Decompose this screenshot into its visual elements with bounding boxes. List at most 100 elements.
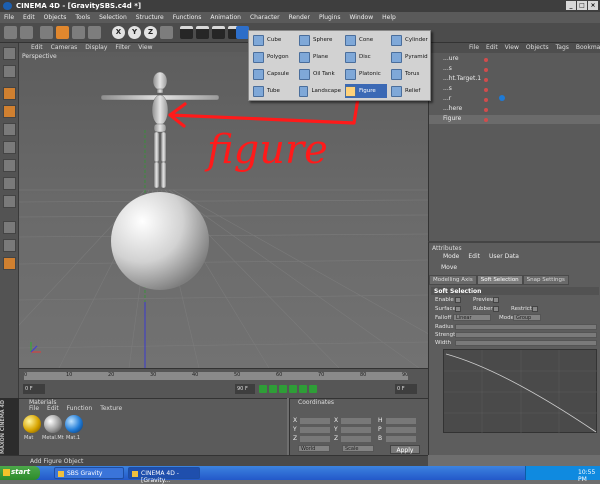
use-object-axis-icon[interactable] [3, 87, 16, 100]
move-tool-icon[interactable] [56, 26, 69, 39]
width-slider[interactable] [455, 340, 597, 346]
size-x-field[interactable] [341, 418, 371, 424]
live-selection-icon[interactable] [40, 26, 53, 39]
go-end-icon[interactable] [309, 385, 317, 393]
coordinate-system-icon[interactable] [160, 26, 173, 39]
next-frame-icon[interactable] [299, 385, 307, 393]
visibility-dot-icon[interactable] [484, 78, 488, 82]
menu-help[interactable]: Help [382, 14, 396, 23]
tab-modelling-axis[interactable]: Modelling Axis [429, 275, 477, 285]
object-row[interactable]: ...ht.Target.1 [429, 75, 600, 84]
primitive-menu-item-cylinder[interactable]: Cylinder [391, 33, 433, 47]
make-editable-icon[interactable] [3, 47, 16, 60]
objmgr-menu-file[interactable]: File [469, 44, 479, 53]
use-polygons-tool-icon[interactable] [3, 177, 16, 190]
start-button[interactable]: start [0, 466, 40, 480]
restrict-checkbox[interactable] [532, 306, 538, 312]
mat-menu-file[interactable]: File [29, 405, 39, 412]
primitive-menu-item-pyramid[interactable]: Pyramid [391, 50, 433, 64]
rot-p-field[interactable] [386, 427, 416, 433]
menu-window[interactable]: Window [349, 14, 373, 23]
size-z-field[interactable] [341, 436, 371, 442]
render-picture-viewer-icon[interactable] [212, 26, 225, 39]
tab-snap-settings[interactable]: Snap Settings [522, 275, 569, 285]
use-model-tool-icon[interactable] [3, 65, 16, 78]
mat-menu-edit[interactable]: Edit [47, 405, 59, 412]
rot-b-field[interactable] [386, 436, 416, 442]
object-row-figure[interactable]: Figure [429, 115, 600, 124]
use-texture-tool-icon[interactable] [3, 105, 16, 118]
pos-x-field[interactable] [300, 418, 330, 424]
menu-objects[interactable]: Objects [44, 14, 67, 23]
visibility-dot-icon[interactable] [484, 68, 488, 72]
object-row[interactable]: ...here [429, 105, 600, 114]
primitive-menu-item-figure[interactable]: Figure [345, 84, 387, 98]
size-mode-dropdown[interactable]: Scale [342, 445, 374, 452]
menu-plugins[interactable]: Plugins [319, 14, 341, 23]
menu-animation[interactable]: Animation [210, 14, 241, 23]
primitive-menu-item-tube[interactable]: Tube [253, 84, 295, 98]
apply-button[interactable]: Apply [390, 445, 420, 454]
mat-menu-function[interactable]: Function [67, 405, 93, 412]
timeline-ruler[interactable]: 0 10 20 30 40 50 60 70 80 90 [24, 372, 408, 380]
visibility-dot-icon[interactable] [484, 108, 488, 112]
enable-checkbox[interactable] [455, 297, 461, 303]
enable-axis-icon[interactable] [3, 195, 16, 208]
object-row[interactable]: ...ure [429, 55, 600, 64]
material-tag-icon[interactable] [499, 95, 505, 101]
viewport-menu-display[interactable]: Display [85, 44, 107, 52]
menu-edit[interactable]: Edit [23, 14, 35, 23]
radius-slider[interactable] [455, 324, 597, 330]
mat-menu-texture[interactable]: Texture [100, 405, 122, 412]
current-frame-field[interactable]: 0 F [395, 384, 417, 394]
material-mat1-swatch[interactable] [65, 415, 83, 433]
menu-selection[interactable]: Selection [99, 14, 127, 23]
pos-y-field[interactable] [300, 427, 330, 433]
redo-icon[interactable] [20, 26, 33, 39]
undo-icon[interactable] [4, 26, 17, 39]
primitive-menu-item-plane[interactable]: Plane [299, 50, 341, 64]
primitive-menu-item-disc[interactable]: Disc [345, 50, 387, 64]
falloff-curve-graph[interactable] [443, 349, 598, 434]
play-icon[interactable] [289, 385, 297, 393]
material-mat-swatch[interactable] [23, 415, 41, 433]
primitive-menu-item-oil-tank[interactable]: Oil Tank [299, 67, 341, 81]
surface-checkbox[interactable] [455, 306, 461, 312]
use-edges-tool-icon[interactable] [3, 159, 16, 172]
viewport-menu-filter[interactable]: Filter [115, 44, 130, 52]
attr-menu-user-data[interactable]: User Data [489, 253, 519, 260]
viewport-menu-view[interactable]: View [138, 44, 152, 52]
end-frame-field[interactable]: 90 F [235, 384, 255, 394]
object-row[interactable]: ...s [429, 65, 600, 74]
scale-tool-icon[interactable] [72, 26, 85, 39]
render-view-icon[interactable] [180, 26, 193, 39]
primitive-menu-item-cube[interactable]: Cube [253, 33, 295, 47]
object-row[interactable]: ...s [429, 85, 600, 94]
object-row[interactable]: ...r [429, 95, 600, 104]
menu-file[interactable]: File [4, 14, 14, 23]
minimize-button[interactable]: _ [566, 1, 576, 10]
menu-tools[interactable]: Tools [75, 14, 90, 23]
maximize-button[interactable]: □ [577, 1, 587, 10]
menu-render[interactable]: Render [289, 14, 310, 23]
z-axis-lock-icon[interactable]: Z [144, 26, 157, 39]
sculpt-icon[interactable] [3, 257, 16, 270]
primitive-menu-item-relief[interactable]: Relief [391, 84, 433, 98]
menu-character[interactable]: Character [250, 14, 280, 23]
x-axis-lock-icon[interactable]: X [112, 26, 125, 39]
primitive-menu-item-capsule[interactable]: Capsule [253, 67, 295, 81]
objmgr-menu-tags[interactable]: Tags [556, 44, 569, 53]
objmgr-menu-objects[interactable]: Objects [526, 44, 549, 53]
coord-space-dropdown[interactable]: World [298, 445, 330, 452]
falloff-dropdown[interactable]: Linear [453, 314, 491, 321]
primitive-menu-item-polygon[interactable]: Polygon [253, 50, 295, 64]
strength-slider[interactable] [455, 332, 597, 338]
primitive-menu-item-landscape[interactable]: Landscape [299, 84, 341, 98]
material-metal-swatch[interactable] [44, 415, 62, 433]
close-button[interactable]: × [588, 1, 598, 10]
workplane-icon[interactable] [3, 239, 16, 252]
objmgr-menu-bookmarks[interactable]: Bookmarks [576, 44, 600, 53]
primitive-menu-item-cone[interactable]: Cone [345, 33, 387, 47]
visibility-dot-icon[interactable] [484, 118, 488, 122]
visibility-dot-icon[interactable] [484, 88, 488, 92]
